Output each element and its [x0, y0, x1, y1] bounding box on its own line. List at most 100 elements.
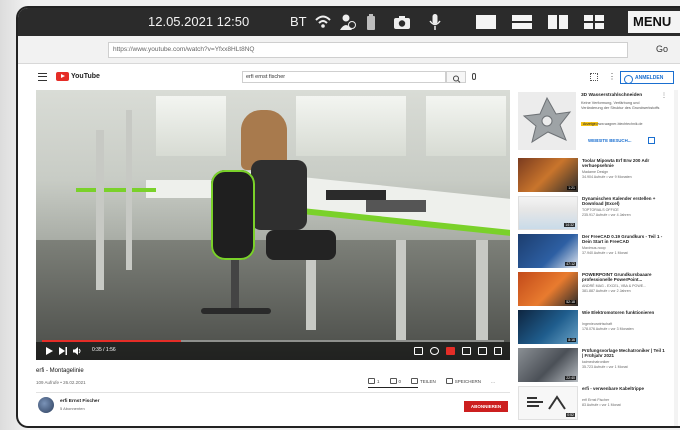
- recommendation-title[interactable]: Prüfungsvorlage Mechatroniker | Teil 1 |…: [582, 348, 666, 358]
- ad-description: Keine Verformung, Verfärbung und Verände…: [581, 101, 660, 110]
- status-datetime: 12.05.2021 12:50: [148, 14, 250, 29]
- apps-grid-icon[interactable]: [590, 73, 598, 81]
- microphone-icon[interactable]: [426, 13, 444, 31]
- ad-title[interactable]: 3D Wasserstrahlschneiden: [581, 93, 665, 98]
- video-frame-parts: [326, 190, 386, 200]
- go-button[interactable]: Go: [656, 44, 668, 54]
- youtube-logo[interactable]: YouTube: [56, 72, 100, 81]
- autoplay-toggle-icon[interactable]: [414, 347, 423, 355]
- menu-button[interactable]: MENU: [628, 11, 680, 33]
- video-time: 0:35 / 1:56: [92, 347, 116, 353]
- like-ratio-bar: [368, 387, 418, 388]
- video-frame-bench-leg: [96, 130, 104, 290]
- video-frame-chair: [201, 308, 271, 314]
- video-frame-bench-leg: [396, 240, 406, 340]
- video-frame-parts: [366, 200, 426, 212]
- recommendation-item[interactable]: 52:18 POWERPOINT Grundkursbaaare profess…: [518, 272, 668, 308]
- recommendation-title[interactable]: Toolar Mipowta Erf Erw 200 Adr verhuepse…: [582, 158, 666, 168]
- recommendation-channel: ANDRÉ MAG - EXCEL, VBA & POWE...: [582, 284, 647, 288]
- volume-icon[interactable]: [72, 346, 82, 356]
- search-button[interactable]: [446, 71, 466, 83]
- play-icon[interactable]: [44, 346, 54, 356]
- recommendation-thumbnail[interactable]: 47:12: [518, 234, 578, 268]
- youtube-play-icon: [56, 72, 69, 81]
- recommendation-title[interactable]: POWERPOINT Grundkursbaaare professionell…: [582, 272, 666, 282]
- dislike-button[interactable]: 0: [389, 378, 402, 384]
- recommendation-meta: 235.917 Aufrufe • vor 4 Jahren: [582, 213, 631, 217]
- sign-in-button[interactable]: ANMELDEN: [620, 71, 674, 84]
- duration-badge: 22:40: [565, 376, 576, 380]
- scrollbar[interactable]: [674, 90, 678, 426]
- camera-icon[interactable]: [392, 13, 412, 31]
- recommendation-item[interactable]: 8:16 Wie Elektromotoren funktionieren In…: [518, 310, 668, 346]
- screen: 12.05.2021 12:50 BT MENU https://www.you…: [18, 8, 680, 426]
- recommendation-item[interactable]: 47:12 Der FreeCAD 0.19 Grundkurs - Teil …: [518, 234, 668, 270]
- more-actions-button[interactable]: ...: [491, 378, 495, 384]
- miniplayer-icon[interactable]: [462, 347, 471, 355]
- duration-badge: 47:12: [565, 262, 576, 266]
- save-button[interactable]: SPEICHERN: [445, 378, 482, 384]
- save-label: SPEICHERN: [454, 378, 482, 384]
- ad-card[interactable]: 3D Wasserstrahlschneiden Keine Verformun…: [518, 90, 668, 150]
- dislike-count: 0: [398, 378, 402, 384]
- subtitles-icon[interactable]: [446, 347, 455, 355]
- duration-badge: 14:32: [564, 223, 575, 227]
- status-bar: 12.05.2021 12:50 BT MENU: [18, 8, 680, 36]
- recommendation-item[interactable]: 0:52 erfi - verwenbare Kabeltrippe erfi …: [518, 386, 668, 422]
- recommendation-meta: 37.940 Aufrufe • vor 1 Monat: [582, 251, 628, 255]
- recommendation-channel: Madame Design: [582, 170, 609, 174]
- video-frame-window: [296, 96, 406, 156]
- search-input[interactable]: erfi ernst fischer: [242, 71, 446, 83]
- recommendation-meta: 381.887 Aufrufe • vor 2 Jahren: [582, 289, 631, 293]
- theater-mode-icon[interactable]: [478, 347, 487, 355]
- recommendation-thumbnail[interactable]: 8:16: [518, 310, 578, 344]
- recommendation-item[interactable]: 14:32 Dynamischen Kalender erstellen + D…: [518, 196, 668, 232]
- settings-icon[interactable]: [430, 347, 439, 355]
- youtube-header: YouTube erfi ernst fischer ⋮ ANMELDEN: [18, 64, 680, 90]
- recommendation-item[interactable]: 1:21 Toolar Mipowta Erf Erw 200 Adr verh…: [518, 158, 668, 194]
- thumbs-down-icon: [389, 378, 397, 384]
- video-player[interactable]: 0:35 / 1:56: [36, 90, 510, 360]
- channel-avatar[interactable]: [38, 397, 54, 413]
- subscribe-button[interactable]: ABONNIEREN: [464, 401, 508, 412]
- recommendation-title[interactable]: erfi - verwenbare Kabeltrippe: [582, 386, 666, 391]
- more-vert-icon[interactable]: ⋮: [608, 72, 616, 81]
- recommendation-item[interactable]: 22:40 Prüfungsvorlage Mechatroniker | Te…: [518, 348, 668, 384]
- share-button[interactable]: TEILEN: [411, 378, 436, 384]
- recommendation-thumbnail[interactable]: 14:32: [518, 196, 578, 230]
- duration-badge: 0:52: [566, 413, 575, 417]
- youtube-logo-text: YouTube: [71, 73, 100, 80]
- external-link-icon[interactable]: [648, 137, 655, 144]
- recommendation-title[interactable]: Dynamischen Kalender erstellen + Downloa…: [582, 196, 666, 206]
- layout-full-icon[interactable]: [476, 15, 496, 29]
- video-frame-bench-edge: [76, 188, 156, 192]
- like-button[interactable]: 1: [368, 378, 380, 384]
- ad-image[interactable]: [518, 92, 576, 150]
- divider: [36, 392, 510, 393]
- layout-grid-icon[interactable]: [584, 15, 604, 29]
- share-label: TEILEN: [420, 378, 436, 384]
- ad-visit-button[interactable]: WEBSITE BESUCH...: [588, 138, 631, 143]
- bluetooth-label: BT: [290, 14, 307, 29]
- layout-split-h-icon[interactable]: [512, 15, 532, 29]
- recommendation-meta: 35.723 Aufrufe • vor 1 Monat: [582, 365, 628, 369]
- recommendation-thumbnail[interactable]: 22:40: [518, 348, 578, 382]
- hamburger-menu-icon[interactable]: [38, 73, 47, 81]
- url-input[interactable]: https://www.youtube.com/watch?v=Yfxx8HLt…: [108, 42, 628, 58]
- voice-search-icon[interactable]: [472, 73, 476, 80]
- video-controls: 0:35 / 1:56: [36, 342, 510, 360]
- channel-subscribers: 5 Abonnenten: [60, 406, 85, 411]
- recommendation-thumbnail[interactable]: 52:18: [518, 272, 578, 306]
- next-icon[interactable]: [58, 346, 68, 356]
- recommendation-title[interactable]: Wie Elektromotoren funktionieren: [582, 310, 666, 315]
- recommendation-title[interactable]: Der FreeCAD 0.19 Grundkurs - Teil 1 - De…: [582, 234, 666, 244]
- fullscreen-icon[interactable]: [494, 347, 502, 355]
- recommendation-channel: kaimechatroniker: [582, 360, 610, 364]
- more-vert-icon[interactable]: ⋮: [661, 92, 667, 99]
- channel-name[interactable]: erfi Ernst Fischer: [60, 399, 99, 404]
- share-icon: [411, 378, 419, 384]
- layout-split-v-icon[interactable]: [548, 15, 568, 29]
- recommendation-thumbnail[interactable]: 0:52: [518, 386, 578, 420]
- recommendation-meta: 178.076 Aufrufe • vor 3 Monaten: [582, 327, 634, 331]
- recommendation-thumbnail[interactable]: 1:21: [518, 158, 578, 192]
